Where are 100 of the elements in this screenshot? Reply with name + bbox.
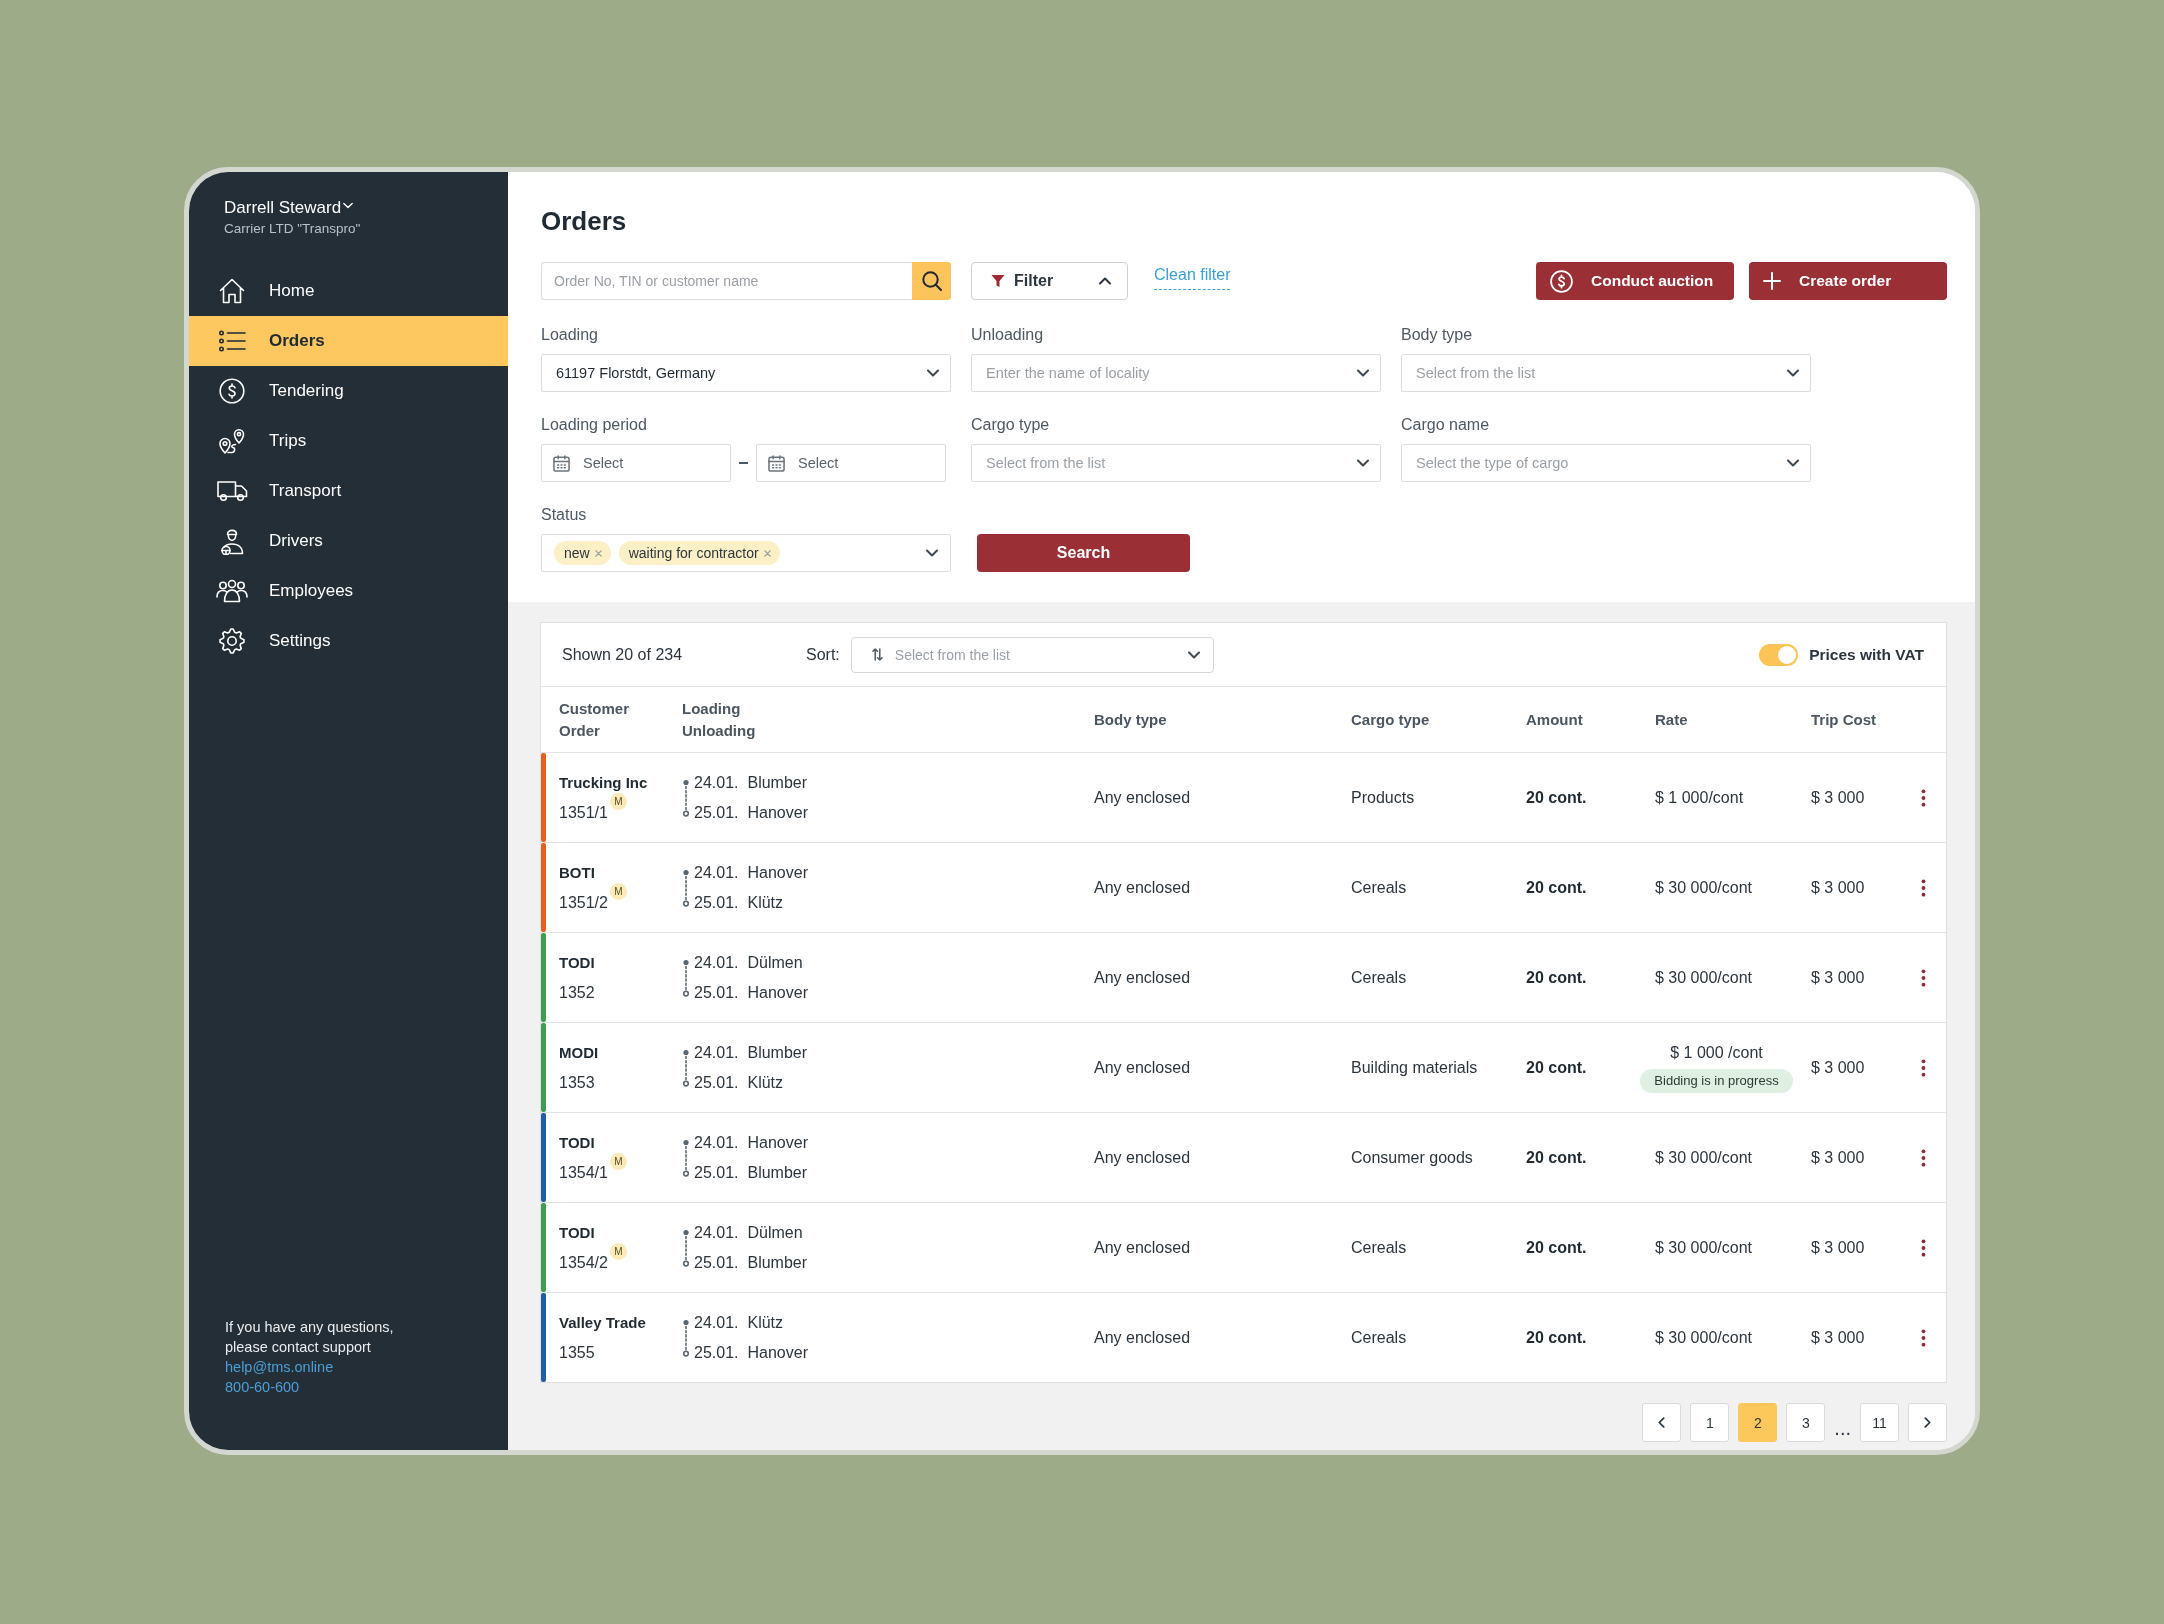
nav-item[interactable]: Orders <box>189 316 508 366</box>
more-icon[interactable] <box>1920 1327 1926 1348</box>
cargo-name-select[interactable]: Select the type of cargo <box>1401 444 1811 482</box>
search-field[interactable]: Order No, TIN or customer name <box>541 262 912 300</box>
field-label: Cargo name <box>1401 415 1490 435</box>
nav-item[interactable]: Home <box>189 266 508 316</box>
stop-place: Hanover <box>747 982 808 1003</box>
end-date-field[interactable]: Select <box>756 444 946 482</box>
trip-cost-value: $ 3 000 <box>1811 1327 1865 1348</box>
nav-item[interactable]: Tendering <box>189 366 508 416</box>
action-button[interactable]: Conduct auction <box>1536 262 1734 300</box>
nav-item[interactable]: Drivers <box>189 516 508 566</box>
body-type-value: Any enclosed <box>1094 1057 1191 1078</box>
list-icon <box>218 330 246 352</box>
more-icon[interactable] <box>1920 787 1926 808</box>
loading-select[interactable]: 61197 Florstdt, Germany <box>541 354 951 392</box>
customer-name: TODI <box>559 1222 595 1243</box>
filter-button[interactable]: Filter <box>971 262 1128 300</box>
rate-value: $ 1 000 /cont <box>1670 1043 1763 1063</box>
rate-value: $ 1 000/cont <box>1655 787 1744 808</box>
column-header: Loading <box>682 698 741 719</box>
stop-place: Hanover <box>747 802 808 823</box>
order-number: 1354/1 <box>559 1162 608 1183</box>
rate-value: $ 30 000/cont <box>1655 1327 1752 1348</box>
map-pins-icon <box>218 428 246 454</box>
column-header: Trip Cost <box>1811 709 1876 730</box>
search-icon <box>921 271 942 291</box>
action-button[interactable]: Create order <box>1749 262 1947 300</box>
driver-icon <box>220 527 244 555</box>
stop-date: 25.01. <box>694 1252 739 1273</box>
trip-cost-value: $ 3 000 <box>1811 1147 1865 1168</box>
column-header: Cargo type <box>1351 709 1430 730</box>
body-type-value: Any enclosed <box>1094 877 1191 898</box>
column-header: Body type <box>1094 709 1167 730</box>
stop-date: 25.01. <box>694 1342 739 1363</box>
stop-place: Klütz <box>747 1312 784 1333</box>
stop-place: Blumber <box>747 1042 808 1063</box>
nav-item[interactable]: Transport <box>189 466 508 516</box>
stop-date: 24.01. <box>694 1312 739 1333</box>
truck-icon <box>216 480 248 502</box>
vat-toggle[interactable] <box>1759 643 1799 666</box>
stop-place: Klütz <box>747 892 784 913</box>
page-button[interactable]: 11 <box>1860 1403 1899 1442</box>
more-icon[interactable] <box>1920 967 1926 988</box>
chevron-down-icon <box>1787 459 1799 467</box>
stop-date: 24.01. <box>694 772 739 793</box>
nav-item[interactable]: Settings <box>189 616 508 666</box>
customer-name: Valley Trade <box>559 1312 646 1333</box>
start-date-field[interactable]: Select <box>541 444 731 482</box>
order-number: 1351/1 <box>559 802 608 823</box>
chevron-down-icon[interactable] <box>343 201 354 209</box>
route-icon <box>682 868 690 907</box>
customer-name: TODI <box>559 1132 595 1153</box>
search-button[interactable]: Search <box>977 534 1190 572</box>
sort-label: Sort: <box>806 645 840 664</box>
nav-item[interactable]: Trips <box>189 416 508 466</box>
chevron-right-icon <box>1924 1417 1931 1428</box>
field-label: Body type <box>1401 325 1473 345</box>
calendar-icon <box>553 454 570 472</box>
sort-select[interactable]: Select from the list <box>850 636 1214 673</box>
search-button[interactable] <box>912 262 951 300</box>
user-name: Darrell Steward <box>224 198 342 218</box>
phone-link[interactable]: 800-60-600 <box>225 1377 300 1397</box>
customer-name: TODI <box>559 952 595 973</box>
email-link[interactable]: help@tms.online <box>225 1357 334 1377</box>
page-button[interactable]: 3 <box>1786 1403 1826 1442</box>
amount-value: 20 cont. <box>1526 1147 1587 1168</box>
body-type-value: Any enclosed <box>1094 787 1191 808</box>
more-icon[interactable] <box>1920 877 1926 898</box>
rate-value: $ 30 000/cont <box>1655 877 1752 898</box>
stop-place: Dülmen <box>747 952 803 973</box>
more-icon[interactable] <box>1920 1057 1926 1078</box>
more-icon[interactable] <box>1920 1147 1926 1168</box>
more-icon[interactable] <box>1920 1237 1926 1258</box>
page-button[interactable]: 2 <box>1738 1403 1778 1442</box>
body-type-value: Any enclosed <box>1094 967 1191 988</box>
nav-item[interactable]: Employees <box>189 566 508 616</box>
stop-place: Hanover <box>747 1132 808 1153</box>
body-type-select[interactable]: Select from the list <box>1401 354 1811 392</box>
page-button[interactable]: 1 <box>1690 1403 1730 1442</box>
status-tag[interactable]: waiting for contractor <box>618 541 780 565</box>
chevron-down-icon <box>1187 650 1200 659</box>
marker-badge: M <box>609 1242 627 1260</box>
cargo-type-value: Cereals <box>1351 967 1407 988</box>
column-header: Unloading <box>682 720 756 741</box>
stop-place: Hanover <box>747 1342 808 1363</box>
stop-date: 24.01. <box>694 862 739 883</box>
route-icon <box>682 1138 690 1177</box>
marker-badge: M <box>609 882 627 900</box>
column-header: Order <box>559 720 600 741</box>
dollar-coin-icon <box>1550 269 1573 293</box>
body-type-value: Any enclosed <box>1094 1147 1191 1168</box>
stop-date: 25.01. <box>694 892 739 913</box>
status-select[interactable]: new waiting for contractor <box>541 534 951 572</box>
cargo-type-select[interactable]: Select from the list <box>971 444 1381 482</box>
unloading-field[interactable]: Enter the name of locality <box>971 354 1381 392</box>
page-title: Orders <box>541 205 627 238</box>
body-type-value: Any enclosed <box>1094 1237 1191 1258</box>
company-name: Carrier LTD "Transpro" <box>224 220 361 238</box>
status-tag[interactable]: new <box>554 541 611 565</box>
